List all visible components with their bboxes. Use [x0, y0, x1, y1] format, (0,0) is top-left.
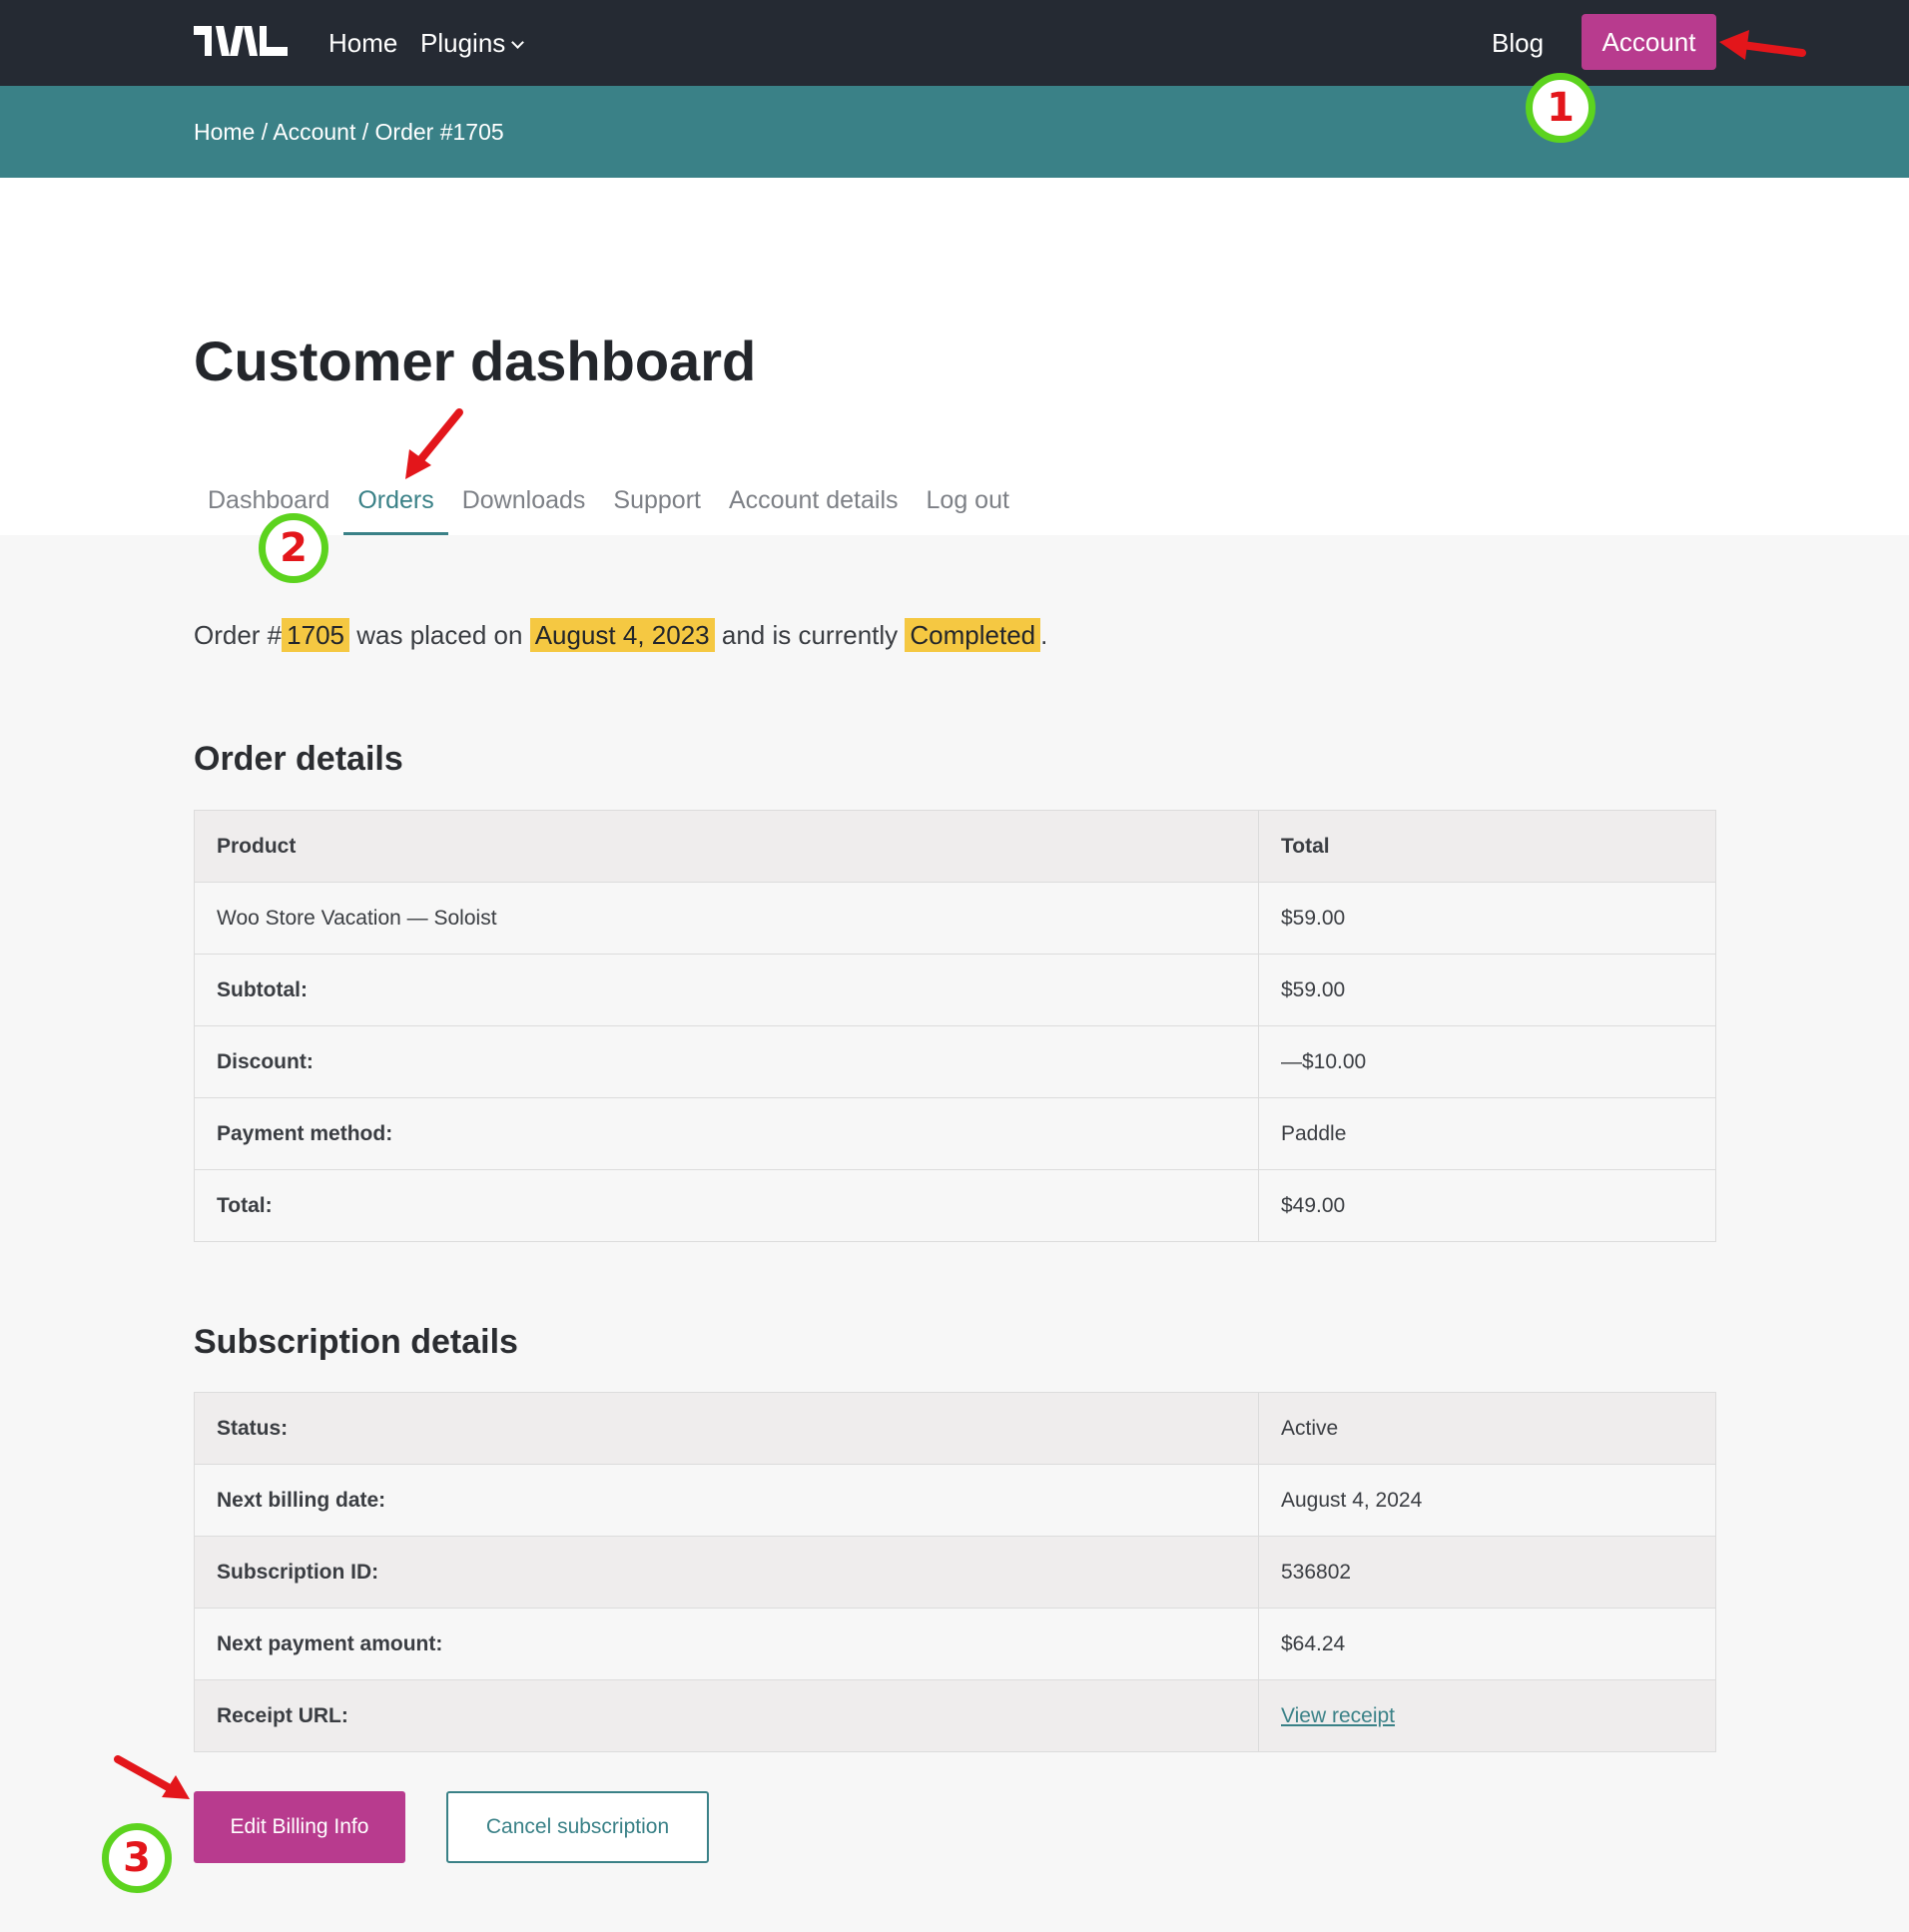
order-date-highlight: August 4, 2023 [529, 618, 715, 652]
discount-label: Discount: [194, 1025, 1259, 1098]
subscription-details-table: Status: Active Next billing date: August… [194, 1392, 1716, 1752]
table-row: Subscription ID: 536802 [194, 1536, 1716, 1609]
view-receipt-link[interactable]: View receipt [1281, 1704, 1395, 1727]
next-billing-date-value: August 4, 2024 [1258, 1464, 1716, 1537]
edit-billing-info-button[interactable]: Edit Billing Info [194, 1791, 405, 1863]
table-row: Payment method: Paddle [194, 1097, 1716, 1170]
next-billing-date-label: Next billing date: [194, 1464, 1259, 1537]
status-value: Active [1258, 1392, 1716, 1465]
table-row: Status: Active [194, 1392, 1716, 1465]
step-2-badge: 2 [259, 513, 328, 583]
tab-account-details[interactable]: Account details [715, 477, 913, 535]
tab-log-out[interactable]: Log out [913, 477, 1023, 535]
subscription-details-title: Subscription details [194, 1323, 518, 1361]
breadcrumb[interactable]: Home / Account / Order #1705 [194, 116, 504, 148]
step-3-badge: 3 [102, 1823, 172, 1893]
receipt-url-cell: View receipt [1258, 1679, 1716, 1752]
subtotal-value: $59.00 [1258, 954, 1716, 1026]
total-label: Total: [194, 1169, 1259, 1242]
order-number-highlight: 1705 [282, 618, 349, 652]
status-label: Status: [194, 1392, 1259, 1465]
page-title: Customer dashboard [194, 329, 757, 392]
product-name: Woo Store Vacation — Soloist [194, 882, 1259, 955]
summary-text-status: and is currently [721, 620, 899, 650]
table-row: Next payment amount: $64.24 [194, 1608, 1716, 1680]
product-total: $59.00 [1258, 882, 1716, 955]
tab-orders[interactable]: Orders [343, 477, 448, 535]
table-row: Woo Store Vacation — Soloist $59.00 [194, 882, 1716, 955]
breadcrumb-bar: Home / Account / Order #1705 [0, 86, 1909, 178]
table-header-row: Product Total [194, 810, 1716, 883]
tab-support[interactable]: Support [599, 477, 715, 535]
next-payment-amount-label: Next payment amount: [194, 1608, 1259, 1680]
payment-method-value: Paddle [1258, 1097, 1716, 1170]
arrow-to-edit-billing-icon [114, 1755, 190, 1799]
tab-downloads[interactable]: Downloads [448, 477, 600, 535]
nav-blog-link[interactable]: Blog [1492, 26, 1544, 60]
order-status-highlight: Completed [905, 618, 1041, 652]
summary-prefix: Order # [194, 620, 283, 650]
step-1-badge: 1 [1526, 73, 1595, 143]
table-row: Receipt URL: View receipt [194, 1679, 1716, 1752]
nav-plugins-label: Plugins [420, 28, 506, 58]
header-product: Product [194, 810, 1259, 883]
nav-home-link[interactable]: Home [328, 26, 397, 60]
table-row: Subtotal: $59.00 [194, 954, 1716, 1026]
payment-method-label: Payment method: [194, 1097, 1259, 1170]
top-navbar: Home Plugins Blog Account [0, 0, 1909, 86]
cancel-subscription-button[interactable]: Cancel subscription [446, 1791, 709, 1863]
summary-text-placed: was placed on [356, 620, 523, 650]
table-row: Next billing date: August 4, 2024 [194, 1464, 1716, 1537]
table-row: Discount: —$10.00 [194, 1025, 1716, 1098]
subtotal-label: Subtotal: [194, 954, 1259, 1026]
header-total: Total [1258, 810, 1716, 883]
order-details-title: Order details [194, 740, 403, 778]
site-logo[interactable] [194, 24, 290, 58]
subscription-id-label: Subscription ID: [194, 1536, 1259, 1609]
discount-value: —$10.00 [1258, 1025, 1716, 1098]
account-button[interactable]: Account [1582, 14, 1716, 70]
subscription-id-value: 536802 [1258, 1536, 1716, 1609]
total-value: $49.00 [1258, 1169, 1716, 1242]
chevron-down-icon [511, 36, 525, 49]
order-summary: Order #1705 was placed on August 4, 2023… [194, 613, 1047, 657]
receipt-url-label: Receipt URL: [194, 1679, 1259, 1752]
nav-plugins-dropdown[interactable]: Plugins [420, 26, 525, 60]
table-row: Total: $49.00 [194, 1169, 1716, 1242]
next-payment-amount-value: $64.24 [1258, 1608, 1716, 1680]
order-details-table: Product Total Woo Store Vacation — Soloi… [194, 810, 1716, 1242]
summary-suffix: . [1040, 620, 1048, 650]
